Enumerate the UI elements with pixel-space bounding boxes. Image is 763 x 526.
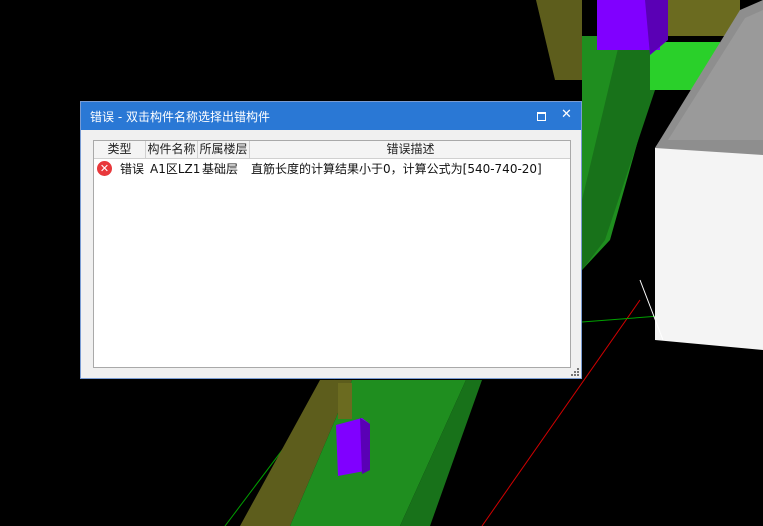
error-icon: ✕ bbox=[97, 161, 112, 176]
error-dialog: 错误 - 双击构件名称选择出错构件 ✕ 类型 构件名称 所属楼层 错误描述 ✕ … bbox=[80, 101, 582, 379]
maximize-icon bbox=[537, 112, 546, 121]
resize-grip-icon[interactable] bbox=[569, 366, 579, 376]
cell-type: 错误 bbox=[120, 162, 145, 176]
close-icon: ✕ bbox=[561, 107, 572, 122]
maximize-button[interactable] bbox=[532, 106, 552, 126]
table-row[interactable]: ✕ 错误 A1区LZ1 基础层 直筋长度的计算结果小于0，计算公式为[540-7… bbox=[94, 159, 570, 179]
cell-name[interactable]: A1区LZ1 bbox=[150, 159, 200, 179]
column-header-floor[interactable]: 所属楼层 bbox=[198, 141, 250, 158]
cell-description: 直筋长度的计算结果小于0，计算公式为[540-740-20] bbox=[251, 162, 542, 176]
close-button[interactable]: ✕ bbox=[557, 106, 577, 126]
column-header-name[interactable]: 构件名称 bbox=[146, 141, 198, 158]
cell-floor: 基础层 bbox=[202, 162, 239, 176]
column-header-description[interactable]: 错误描述 bbox=[250, 141, 571, 158]
dialog-titlebar[interactable]: 错误 - 双击构件名称选择出错构件 ✕ bbox=[81, 102, 581, 130]
error-table[interactable]: 类型 构件名称 所属楼层 错误描述 ✕ 错误 A1区LZ1 基础层 直筋长度的计… bbox=[93, 140, 571, 368]
table-header: 类型 构件名称 所属楼层 错误描述 bbox=[94, 141, 570, 159]
olive-post bbox=[338, 383, 352, 419]
column-header-type[interactable]: 类型 bbox=[94, 141, 146, 158]
dialog-title: 错误 - 双击构件名称选择出错构件 bbox=[90, 110, 270, 124]
